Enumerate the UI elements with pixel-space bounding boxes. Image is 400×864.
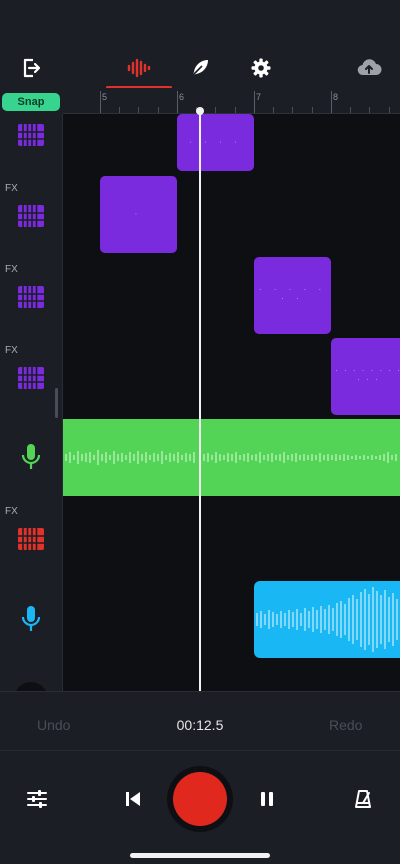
fx-label[interactable]: FX [5, 183, 18, 194]
redo-button[interactable]: Redo [329, 717, 362, 733]
record-button[interactable] [167, 766, 233, 832]
fx-label[interactable]: FX [5, 506, 18, 517]
microphone-icon[interactable] [17, 444, 45, 470]
pause-icon[interactable] [252, 786, 282, 812]
keyboard-icon[interactable] [17, 365, 45, 391]
status-bar [0, 0, 400, 44]
midi-clip[interactable]: · · · · · · · · · · · [331, 338, 400, 415]
gear-icon[interactable] [245, 52, 277, 84]
skip-back-icon[interactable] [118, 786, 148, 812]
midi-clip[interactable]: · · · · · · · [254, 257, 331, 334]
mixer-sliders-icon[interactable] [22, 786, 52, 812]
playhead[interactable] [199, 114, 201, 691]
keyboard-icon[interactable] [17, 526, 45, 552]
divider [0, 750, 400, 751]
transport-panel: Undo 00:12.5 Redo [0, 691, 400, 864]
waveform-icon[interactable] [123, 52, 155, 84]
track-sidebar: FX FX FX FX [0, 114, 63, 691]
metronome-icon[interactable] [348, 786, 378, 812]
ruler-mark-7: 7 [256, 92, 262, 102]
midi-clip[interactable]: · · · · [177, 114, 254, 171]
timeline[interactable]: · · · · · · · · · · · · · · · · · · · · … [63, 114, 400, 691]
ruler-mark-6: 6 [179, 92, 185, 102]
fx-label[interactable]: FX [5, 345, 18, 356]
audio-clip[interactable] [254, 581, 400, 658]
keyboard-icon[interactable] [17, 203, 45, 229]
exit-icon[interactable] [15, 52, 47, 84]
playhead-handle[interactable] [196, 107, 204, 115]
microphone-icon[interactable] [17, 606, 45, 632]
midi-clip[interactable]: · [100, 176, 177, 253]
feather-icon[interactable] [184, 52, 216, 84]
keyboard-icon[interactable] [17, 122, 45, 148]
sidebar-scrollbar[interactable] [55, 388, 58, 418]
keyboard-icon[interactable] [17, 284, 45, 310]
cloud-upload-icon[interactable] [353, 52, 385, 84]
top-toolbar [0, 44, 400, 90]
home-indicator[interactable] [130, 853, 270, 858]
record-icon [173, 772, 227, 826]
audio-clip[interactable] [63, 419, 400, 496]
ruler-mark-8: 8 [333, 92, 339, 102]
fx-label[interactable]: FX [5, 264, 18, 275]
snap-button[interactable]: Snap [2, 93, 60, 111]
ruler-mark-5: 5 [102, 92, 108, 102]
timeline-ruler[interactable]: 5 6 7 8 [63, 88, 400, 114]
